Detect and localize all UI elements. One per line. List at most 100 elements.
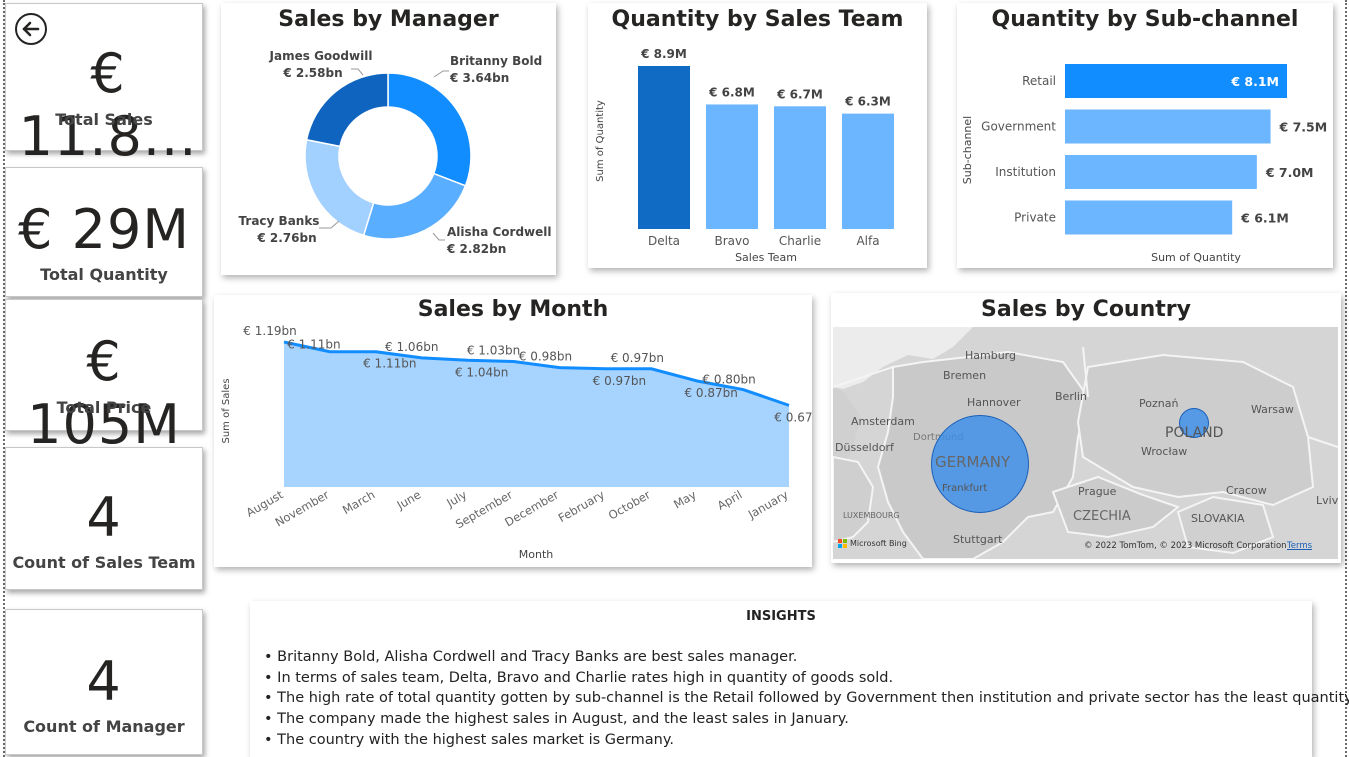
map-label-bremen: Bremen — [943, 369, 986, 382]
team-x-axis-title: Sales Team — [735, 251, 797, 264]
subchannel-bar-label-government: € 7.5M — [1279, 120, 1328, 135]
map-canvas[interactable]: HamburgBremenHannoverBerlinAmsterdamDort… — [833, 327, 1338, 559]
back-arrow-icon[interactable] — [15, 13, 47, 45]
donut-label-britanny-name: Britanny Bold — [450, 54, 542, 68]
bing-logo-text: Microsoft Bing — [850, 539, 907, 548]
map-background: HamburgBremenHannoverBerlinAmsterdamDort… — [833, 327, 1338, 559]
donut-leader-james — [351, 68, 364, 76]
map-attribution: © 2022 TomTom, © 2023 Microsoft Corporat… — [1084, 541, 1287, 551]
kpi-total-sales-value: € 11.8... — [18, 42, 198, 168]
insights-title: INSIGHTS — [746, 609, 816, 624]
month-data-label-july: € 1.04bn — [455, 365, 508, 379]
kpi-total-quantity-card: € 29M Total Quantity — [5, 167, 203, 297]
subchannel-bar-institution[interactable] — [1065, 155, 1257, 189]
kpi-count-manager-label: Count of Manager — [23, 717, 185, 736]
month-data-label-september: € 1.03bn — [467, 343, 520, 357]
month-tick-july: July — [443, 487, 469, 510]
month-y-axis-title: Sum of Sales — [221, 378, 232, 443]
team-tick-delta: Delta — [648, 234, 680, 248]
map-terms-link[interactable]: Terms — [1287, 541, 1312, 551]
donut-slice-james-goodwill[interactable] — [305, 72, 389, 148]
month-data-label-october: € 0.97bn — [611, 351, 664, 365]
month-data-label-june: € 1.06bn — [385, 340, 438, 354]
team-y-axis-title: Sum of Quantity — [595, 100, 606, 182]
team-tick-bravo: Bravo — [715, 234, 750, 248]
sales-by-month-chart: Sum of Sales Month € 1.19bn€ 1.11bn€ 1.1… — [221, 324, 812, 561]
kpi-total-price-card: € 105M Total Price — [5, 299, 203, 456]
donut-leader-britanny — [433, 70, 449, 78]
quantity-by-subchannel-visual[interactable]: Quantity by Sub-channel Sub-channel Sum … — [957, 3, 1333, 268]
bing-logo: Microsoft Bing — [838, 539, 907, 548]
microsoft-logo-icon — [838, 539, 847, 548]
map-label-poznan: Poznań — [1139, 397, 1178, 410]
donut-leader-tracy — [319, 220, 340, 229]
sales-by-manager-visual[interactable]: Sales by Manager James Goodwill € 2.58bn… — [221, 3, 556, 275]
quantity-by-sales-team-visual[interactable]: Quantity by Sales Team Sum of Quantity S… — [588, 3, 927, 268]
insight-item-2: • In terms of sales team, Delta, Bravo a… — [264, 670, 894, 686]
quantity-by-subchannel-chart: Sub-channel Sum of Quantity € 8.1M Retail… — [961, 64, 1328, 264]
insight-item-4: • The company made the highest sales in … — [264, 711, 849, 727]
map-label-germany: GERMANY — [935, 453, 1011, 471]
month-tick-april: April — [715, 487, 745, 512]
map-label-poland: POLAND — [1165, 425, 1224, 441]
donut-label-james-name: James Goodwill — [269, 49, 373, 63]
sales-by-country-title: Sales by Country — [981, 297, 1191, 322]
sales-by-country-visual[interactable]: Sales by Country Hamburg Bremen Hannover Be… — [831, 293, 1341, 563]
month-data-label-august: € 1.19bn — [243, 324, 296, 338]
team-bar-label-alfa: € 6.3M — [844, 95, 891, 109]
map-label-lviv: Lviv — [1316, 494, 1338, 507]
subchannel-tick-institution: Institution — [995, 165, 1056, 179]
team-bar-label-delta: € 8.9M — [640, 47, 687, 61]
map-label-luxembourg: LUXEMBOURG — [843, 511, 900, 520]
donut-label-britanny-value: € 3.64bn — [449, 71, 509, 85]
donut-slice-britanny-bold[interactable] — [387, 72, 472, 187]
month-data-label-november: € 1.11bn — [287, 338, 340, 352]
month-x-axis-title: Month — [519, 548, 554, 561]
map-label-dusseldorf: Düsseldorf — [835, 441, 895, 454]
map-label-berlin: Berlin — [1055, 390, 1087, 403]
month-data-label-march: € 1.11bn — [363, 357, 416, 371]
donut-leader-alisha — [432, 232, 445, 241]
month-tick-january: January — [745, 487, 791, 522]
map-label-hamburg: Hamburg — [965, 349, 1016, 362]
subchannel-x-axis-title: Sum of Quantity — [1151, 251, 1241, 264]
insight-item-5: • The country with the highest sales mar… — [264, 732, 674, 748]
subchannel-bar-label-private: € 6.1M — [1240, 211, 1289, 226]
map-label-stuttgart: Stuttgart — [953, 533, 1003, 546]
canvas-right-border — [1345, 0, 1347, 757]
subchannel-bar-government[interactable] — [1065, 109, 1271, 144]
team-tick-alfa: Alfa — [856, 234, 879, 248]
donut-label-tracy-value: € 2.76bn — [256, 231, 316, 245]
kpi-total-price-label: Total Price — [56, 398, 152, 417]
map-label-amsterdam: Amsterdam — [851, 415, 915, 428]
map-label-wroclaw: Wrocław — [1141, 445, 1187, 458]
kpi-count-manager-card: 4 Count of Manager — [5, 609, 203, 755]
kpi-total-quantity-label: Total Quantity — [40, 265, 168, 284]
team-bar-alfa[interactable] — [842, 113, 894, 229]
subchannel-bar-label-retail: € 8.1M — [1230, 74, 1279, 89]
map-label-cracow: Cracow — [1226, 484, 1267, 497]
kpi-count-manager-value: 4 — [86, 650, 122, 713]
team-bar-delta[interactable] — [638, 66, 690, 229]
map-label-prague: Prague — [1078, 485, 1117, 498]
subchannel-bar-label-institution: € 7.0M — [1265, 165, 1314, 180]
map-label-hannover: Hannover — [967, 396, 1021, 409]
donut-label-alisha-value: € 2.82bn — [446, 242, 506, 256]
team-bar-bravo[interactable] — [706, 104, 758, 229]
insights-panel: INSIGHTS • Britanny Bold, Alisha Cordwel… — [250, 601, 1349, 757]
sales-by-month-visual[interactable]: Sales by Month Sum of Sales Month € 1.19… — [214, 295, 812, 567]
kpi-total-sales-card: € 11.8... Total Sales — [5, 3, 203, 168]
month-data-label-april: € 0.80bn — [702, 373, 755, 387]
donut-label-tracy-name: Tracy Banks — [239, 214, 320, 228]
quantity-by-sales-team-chart: Sum of Quantity Sales Team € 8.9M Delta € … — [595, 47, 894, 264]
kpi-count-sales-team-label: Count of Sales Team — [12, 553, 196, 572]
month-tick-march: March — [340, 487, 377, 517]
subchannel-bar-private[interactable] — [1065, 200, 1233, 235]
month-data-label-december: € 0.98bn — [519, 350, 572, 364]
map-label-czechia: CZECHIA — [1073, 509, 1131, 524]
insight-item-3: • The high rate of total quantity gotten… — [264, 690, 1349, 706]
team-bar-charlie[interactable] — [774, 106, 826, 229]
month-data-label-february: € 0.97bn — [593, 374, 646, 388]
month-tick-february: February — [556, 487, 607, 525]
month-data-label-may: € 0.87bn — [684, 386, 737, 400]
